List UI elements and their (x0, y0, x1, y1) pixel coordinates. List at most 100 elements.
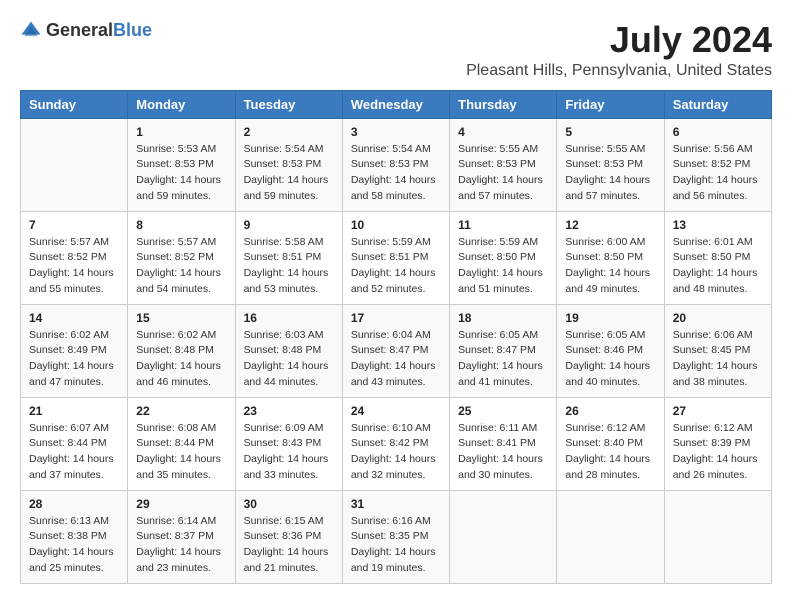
calendar-week-row: 7Sunrise: 5:57 AMSunset: 8:52 PMDaylight… (21, 211, 772, 304)
calendar-cell: 15 Sunrise: 6:02 AMSunset: 8:48 PMDayligh… (128, 304, 235, 397)
day-number: 21 (29, 404, 119, 418)
day-number: 30 (244, 497, 334, 511)
calendar-header-cell: Monday (128, 90, 235, 118)
cell-content: Sunrise: 6:14 AMSunset: 8:37 PMDaylight:… (136, 514, 226, 577)
day-number: 9 (244, 218, 334, 232)
day-number: 18 (458, 311, 548, 325)
cell-content: Sunrise: 5:59 AMSunset: 8:51 PMDaylight:… (351, 235, 441, 298)
day-number: 29 (136, 497, 226, 511)
cell-content: Sunrise: 6:15 AMSunset: 8:36 PMDaylight:… (244, 514, 334, 577)
day-number: 13 (673, 218, 763, 232)
calendar-table: SundayMondayTuesdayWednesdayThursdayFrid… (20, 90, 772, 584)
calendar-cell: 11 Sunrise: 5:59 AMSunset: 8:50 PMDayligh… (450, 211, 557, 304)
calendar-week-row: 28 Sunrise: 6:13 AMSunset: 8:38 PMDayligh… (21, 490, 772, 583)
calendar-cell: 8 Sunrise: 5:57 AMSunset: 8:52 PMDaylight… (128, 211, 235, 304)
calendar-cell: 13 Sunrise: 6:01 AMSunset: 8:50 PMDayligh… (664, 211, 771, 304)
day-number: 10 (351, 218, 441, 232)
cell-content: Sunrise: 5:53 AMSunset: 8:53 PMDaylight:… (136, 142, 226, 205)
calendar-cell: 17Sunrise: 6:04 AMSunset: 8:47 PMDayligh… (342, 304, 449, 397)
calendar-header-cell: Sunday (21, 90, 128, 118)
calendar-cell: 28 Sunrise: 6:13 AMSunset: 8:38 PMDayligh… (21, 490, 128, 583)
calendar-cell: 1Sunrise: 5:53 AMSunset: 8:53 PMDaylight… (128, 118, 235, 211)
day-number: 12 (565, 218, 655, 232)
day-number: 16 (244, 311, 334, 325)
cell-content: Sunrise: 5:54 AMSunset: 8:53 PMDaylight:… (244, 142, 334, 205)
title-area: July 2024 Pleasant Hills, Pennsylvania, … (466, 20, 772, 80)
calendar-cell: 7Sunrise: 5:57 AMSunset: 8:52 PMDaylight… (21, 211, 128, 304)
cell-content: Sunrise: 6:13 AMSunset: 8:38 PMDaylight:… (29, 514, 119, 577)
calendar-body: 1Sunrise: 5:53 AMSunset: 8:53 PMDaylight… (21, 118, 772, 583)
cell-content: Sunrise: 6:16 AMSunset: 8:35 PMDaylight:… (351, 514, 441, 577)
calendar-header-cell: Thursday (450, 90, 557, 118)
calendar-cell: 22Sunrise: 6:08 AMSunset: 8:44 PMDayligh… (128, 397, 235, 490)
day-number: 28 (29, 497, 119, 511)
calendar-cell: 23 Sunrise: 6:09 AMSunset: 8:43 PMDayligh… (235, 397, 342, 490)
calendar-cell: 10 Sunrise: 5:59 AMSunset: 8:51 PMDayligh… (342, 211, 449, 304)
calendar-week-row: 14Sunrise: 6:02 AMSunset: 8:49 PMDayligh… (21, 304, 772, 397)
calendar-cell: 24 Sunrise: 6:10 AMSunset: 8:42 PMDayligh… (342, 397, 449, 490)
calendar-cell (450, 490, 557, 583)
day-number: 11 (458, 218, 548, 232)
cell-content: Sunrise: 6:12 AMSunset: 8:39 PMDaylight:… (673, 421, 763, 484)
day-number: 31 (351, 497, 441, 511)
day-number: 8 (136, 218, 226, 232)
day-number: 5 (565, 125, 655, 139)
calendar-cell: 26 Sunrise: 6:12 AMSunset: 8:40 PMDayligh… (557, 397, 664, 490)
day-number: 24 (351, 404, 441, 418)
cell-content: Sunrise: 6:10 AMSunset: 8:42 PMDaylight:… (351, 421, 441, 484)
day-number: 26 (565, 404, 655, 418)
day-number: 23 (244, 404, 334, 418)
day-number: 15 (136, 311, 226, 325)
cell-content: Sunrise: 6:11 AMSunset: 8:41 PMDaylight:… (458, 421, 548, 484)
calendar-cell: 6 Sunrise: 5:56 AMSunset: 8:52 PMDaylight… (664, 118, 771, 211)
calendar-header-cell: Friday (557, 90, 664, 118)
day-number: 17 (351, 311, 441, 325)
cell-content: Sunrise: 5:55 AMSunset: 8:53 PMDaylight:… (458, 142, 548, 205)
page-header: GeneralBlue July 2024 Pleasant Hills, Pe… (20, 20, 772, 80)
cell-content: Sunrise: 5:59 AMSunset: 8:50 PMDaylight:… (458, 235, 548, 298)
cell-content: Sunrise: 6:05 AMSunset: 8:47 PMDaylight:… (458, 328, 548, 391)
calendar-cell: 19Sunrise: 6:05 AMSunset: 8:46 PMDayligh… (557, 304, 664, 397)
logo-icon (20, 20, 42, 42)
cell-content: Sunrise: 6:02 AMSunset: 8:48 PMDaylight:… (136, 328, 226, 391)
cell-content: Sunrise: 6:05 AMSunset: 8:46 PMDaylight:… (565, 328, 655, 391)
calendar-cell: 21 Sunrise: 6:07 AMSunset: 8:44 PMDayligh… (21, 397, 128, 490)
calendar-header-cell: Tuesday (235, 90, 342, 118)
logo-general-text: GeneralBlue (46, 21, 152, 41)
calendar-cell: 5 Sunrise: 5:55 AMSunset: 8:53 PMDaylight… (557, 118, 664, 211)
cell-content: Sunrise: 6:07 AMSunset: 8:44 PMDaylight:… (29, 421, 119, 484)
calendar-cell: 12Sunrise: 6:00 AMSunset: 8:50 PMDayligh… (557, 211, 664, 304)
day-number: 4 (458, 125, 548, 139)
calendar-cell: 25 Sunrise: 6:11 AMSunset: 8:41 PMDayligh… (450, 397, 557, 490)
cell-content: Sunrise: 6:09 AMSunset: 8:43 PMDaylight:… (244, 421, 334, 484)
main-title: July 2024 (466, 20, 772, 60)
calendar-week-row: 1Sunrise: 5:53 AMSunset: 8:53 PMDaylight… (21, 118, 772, 211)
cell-content: Sunrise: 6:02 AMSunset: 8:49 PMDaylight:… (29, 328, 119, 391)
calendar-cell: 18 Sunrise: 6:05 AMSunset: 8:47 PMDayligh… (450, 304, 557, 397)
calendar-cell (557, 490, 664, 583)
day-number: 27 (673, 404, 763, 418)
calendar-cell: 4 Sunrise: 5:55 AMSunset: 8:53 PMDaylight… (450, 118, 557, 211)
cell-content: Sunrise: 5:54 AMSunset: 8:53 PMDaylight:… (351, 142, 441, 205)
cell-content: Sunrise: 5:56 AMSunset: 8:52 PMDaylight:… (673, 142, 763, 205)
day-number: 3 (351, 125, 441, 139)
calendar-cell (664, 490, 771, 583)
day-number: 20 (673, 311, 763, 325)
cell-content: Sunrise: 5:57 AMSunset: 8:52 PMDaylight:… (136, 235, 226, 298)
calendar-cell: 29 Sunrise: 6:14 AMSunset: 8:37 PMDayligh… (128, 490, 235, 583)
calendar-header-cell: Wednesday (342, 90, 449, 118)
calendar-cell: 16Sunrise: 6:03 AMSunset: 8:48 PMDayligh… (235, 304, 342, 397)
cell-content: Sunrise: 5:55 AMSunset: 8:53 PMDaylight:… (565, 142, 655, 205)
calendar-cell: 14Sunrise: 6:02 AMSunset: 8:49 PMDayligh… (21, 304, 128, 397)
day-number: 2 (244, 125, 334, 139)
cell-content: Sunrise: 5:57 AMSunset: 8:52 PMDaylight:… (29, 235, 119, 298)
day-number: 22 (136, 404, 226, 418)
calendar-cell: 3 Sunrise: 5:54 AMSunset: 8:53 PMDaylight… (342, 118, 449, 211)
calendar-cell (21, 118, 128, 211)
cell-content: Sunrise: 6:01 AMSunset: 8:50 PMDaylight:… (673, 235, 763, 298)
day-number: 6 (673, 125, 763, 139)
day-number: 25 (458, 404, 548, 418)
cell-content: Sunrise: 6:12 AMSunset: 8:40 PMDaylight:… (565, 421, 655, 484)
calendar-header-row: SundayMondayTuesdayWednesdayThursdayFrid… (21, 90, 772, 118)
calendar-header-cell: Saturday (664, 90, 771, 118)
